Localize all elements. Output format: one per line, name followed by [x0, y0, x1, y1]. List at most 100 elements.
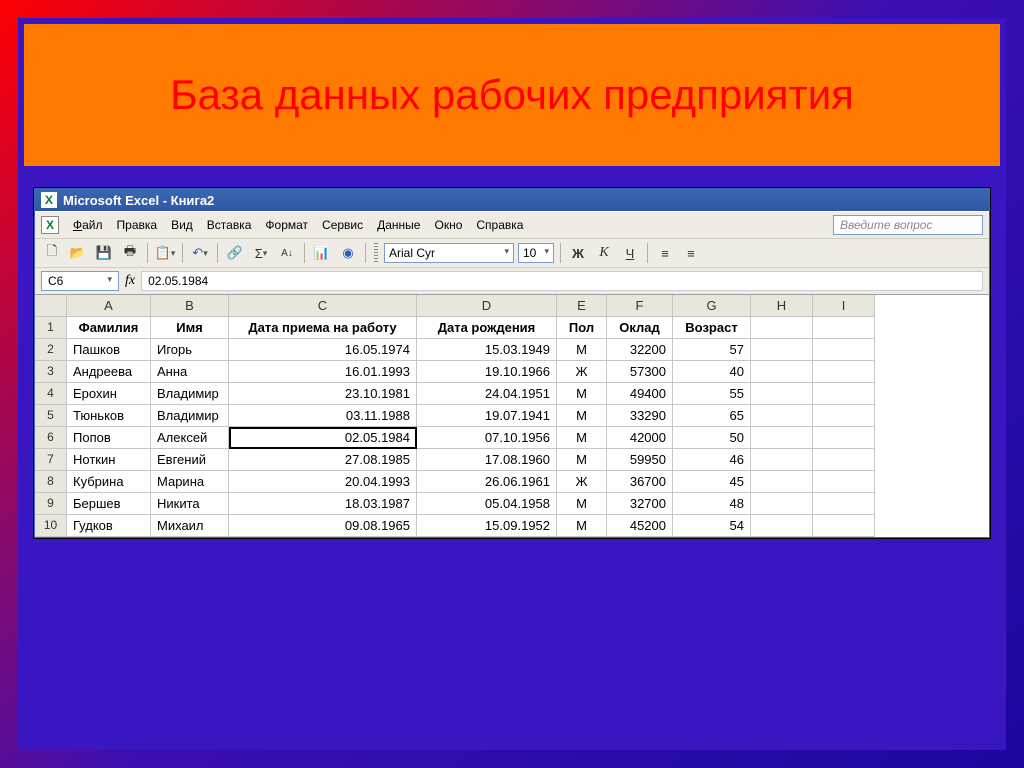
cell-age[interactable]: 54 — [673, 515, 751, 537]
row-header-9[interactable]: 9 — [35, 493, 67, 515]
cell-lastname[interactable]: Бершев — [67, 493, 151, 515]
select-all-corner[interactable] — [35, 295, 67, 317]
cell-empty[interactable] — [751, 449, 813, 471]
cell-age[interactable]: 65 — [673, 405, 751, 427]
cell-gender[interactable]: Ж — [557, 471, 607, 493]
cell-birth-date[interactable]: 26.06.1961 — [417, 471, 557, 493]
menu-view[interactable]: Вид — [171, 218, 193, 232]
cell-empty[interactable] — [751, 515, 813, 537]
column-header-F[interactable]: F — [607, 295, 673, 317]
cell-lastname[interactable]: Ноткин — [67, 449, 151, 471]
cell-empty[interactable] — [751, 317, 813, 339]
cell-age[interactable]: 45 — [673, 471, 751, 493]
cell-salary[interactable]: 45200 — [607, 515, 673, 537]
column-header-A[interactable]: A — [67, 295, 151, 317]
cell-hire-date[interactable]: 27.08.1985 — [229, 449, 417, 471]
cell-gender[interactable]: М — [557, 427, 607, 449]
spreadsheet-grid[interactable]: ABCDEFGHI1ФамилияИмяДата приема на работ… — [35, 294, 989, 537]
cell-empty[interactable] — [813, 515, 875, 537]
header-cell[interactable]: Возраст — [673, 317, 751, 339]
cell-empty[interactable] — [813, 339, 875, 361]
align-left-icon[interactable]: ≡ — [654, 242, 676, 264]
document-app-icon[interactable]: X — [41, 216, 59, 234]
cell-firstname[interactable]: Никита — [151, 493, 229, 515]
menu-window[interactable]: Окно — [434, 218, 462, 232]
cell-hire-date[interactable]: 23.10.1981 — [229, 383, 417, 405]
header-cell[interactable]: Дата приема на работу — [229, 317, 417, 339]
cell-empty[interactable] — [813, 317, 875, 339]
row-header-6[interactable]: 6 — [35, 427, 67, 449]
cell-age[interactable]: 48 — [673, 493, 751, 515]
font-name-select[interactable]: Arial Cyr — [384, 243, 514, 263]
cell-salary[interactable]: 57300 — [607, 361, 673, 383]
header-cell[interactable]: Фамилия — [67, 317, 151, 339]
cell-hire-date[interactable]: 02.05.1984 — [229, 427, 417, 449]
cell-birth-date[interactable]: 15.09.1952 — [417, 515, 557, 537]
print-icon[interactable]: 🖶 — [119, 242, 141, 264]
row-header-4[interactable]: 4 — [35, 383, 67, 405]
column-header-B[interactable]: B — [151, 295, 229, 317]
cell-empty[interactable] — [813, 449, 875, 471]
cell-lastname[interactable]: Андреева — [67, 361, 151, 383]
column-header-I[interactable]: I — [813, 295, 875, 317]
menu-file[interactable]: Файл — [73, 218, 103, 232]
new-icon[interactable]: 🗋 — [41, 242, 63, 264]
cell-gender[interactable]: М — [557, 339, 607, 361]
cell-empty[interactable] — [813, 471, 875, 493]
cell-gender[interactable]: М — [557, 405, 607, 427]
title-bar[interactable]: X Microsoft Excel - Книга2 — [35, 189, 989, 211]
cell-lastname[interactable]: Попов — [67, 427, 151, 449]
cell-birth-date[interactable]: 05.04.1958 — [417, 493, 557, 515]
cell-gender[interactable]: М — [557, 493, 607, 515]
cell-salary[interactable]: 42000 — [607, 427, 673, 449]
cell-birth-date[interactable]: 19.10.1966 — [417, 361, 557, 383]
menu-edit[interactable]: Правка — [117, 218, 158, 232]
cell-age[interactable]: 57 — [673, 339, 751, 361]
font-size-select[interactable]: 10 — [518, 243, 554, 263]
header-cell[interactable]: Имя — [151, 317, 229, 339]
cell-gender[interactable]: Ж — [557, 361, 607, 383]
grip-icon[interactable] — [374, 243, 378, 263]
cell-empty[interactable] — [751, 361, 813, 383]
cell-birth-date[interactable]: 17.08.1960 — [417, 449, 557, 471]
header-cell[interactable]: Пол — [557, 317, 607, 339]
cell-hire-date[interactable]: 03.11.1988 — [229, 405, 417, 427]
cell-age[interactable]: 46 — [673, 449, 751, 471]
cell-salary[interactable]: 36700 — [607, 471, 673, 493]
cell-firstname[interactable]: Владимир — [151, 405, 229, 427]
cell-firstname[interactable]: Владимир — [151, 383, 229, 405]
copy-icon[interactable]: 📋 — [154, 242, 176, 264]
cell-hire-date[interactable]: 18.03.1987 — [229, 493, 417, 515]
column-header-H[interactable]: H — [751, 295, 813, 317]
cell-empty[interactable] — [813, 361, 875, 383]
cell-age[interactable]: 50 — [673, 427, 751, 449]
cell-empty[interactable] — [751, 383, 813, 405]
row-header-1[interactable]: 1 — [35, 317, 67, 339]
cell-lastname[interactable]: Кубрина — [67, 471, 151, 493]
underline-button[interactable]: Ч — [619, 242, 641, 264]
cell-empty[interactable] — [813, 405, 875, 427]
cell-hire-date[interactable]: 16.05.1974 — [229, 339, 417, 361]
menu-data[interactable]: Данные — [377, 218, 420, 232]
cell-lastname[interactable]: Ерохин — [67, 383, 151, 405]
cell-birth-date[interactable]: 07.10.1956 — [417, 427, 557, 449]
open-icon[interactable]: 📂 — [67, 242, 89, 264]
menu-insert[interactable]: Вставка — [207, 218, 252, 232]
cell-empty[interactable] — [751, 427, 813, 449]
menu-service[interactable]: Сервис — [322, 218, 363, 232]
cell-hire-date[interactable]: 20.04.1993 — [229, 471, 417, 493]
ask-question-input[interactable]: Введите вопрос — [833, 215, 983, 235]
cell-salary[interactable]: 49400 — [607, 383, 673, 405]
row-header-3[interactable]: 3 — [35, 361, 67, 383]
cell-lastname[interactable]: Тюньков — [67, 405, 151, 427]
cell-firstname[interactable]: Марина — [151, 471, 229, 493]
cell-empty[interactable] — [751, 339, 813, 361]
align-center-icon[interactable]: ≡ — [680, 242, 702, 264]
column-header-D[interactable]: D — [417, 295, 557, 317]
cell-birth-date[interactable]: 19.07.1941 — [417, 405, 557, 427]
menu-format[interactable]: Формат — [265, 218, 308, 232]
menu-help[interactable]: Справка — [476, 218, 523, 232]
cell-empty[interactable] — [751, 493, 813, 515]
cell-age[interactable]: 55 — [673, 383, 751, 405]
cell-empty[interactable] — [751, 471, 813, 493]
